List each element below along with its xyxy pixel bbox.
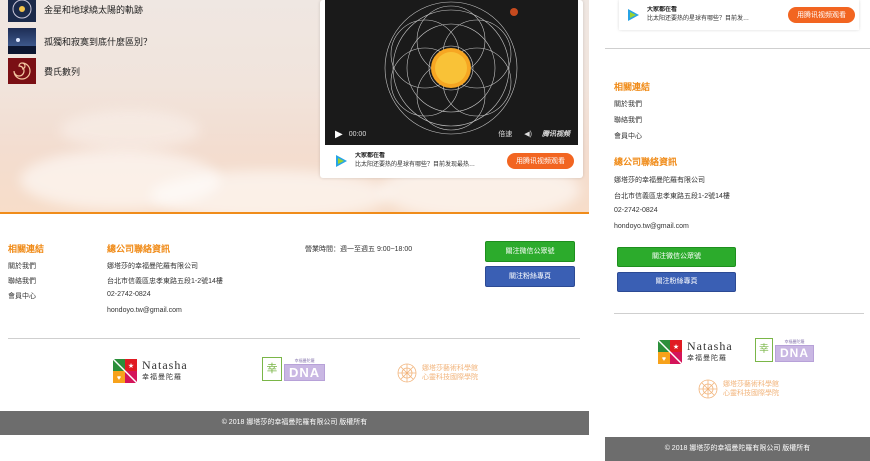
natasha-logo-en: Natasha [687,339,733,353]
footer-link-member[interactable]: 會員中心 [8,291,36,301]
tencent-video-logo: 腾讯视频 [542,131,570,138]
hero-background: 金星和地球繞太陽的軌跡 孤獨和寂寞到底什麼區別？ 費氏數列 ▶ 00:00 倍速… [0,0,589,212]
dna-logo[interactable]: 幸 幸福曼陀羅 DNA [755,338,814,362]
company-address: 台北市信義區忠孝東路五段1-2號14樓 [107,278,223,285]
watch-in-tencent-button[interactable]: 用腾讯视频观看 [507,153,574,169]
suggestion-title: 大家都在看 [355,153,386,159]
footer-link-about[interactable]: 關於我們 [614,99,642,109]
video-suggestion-bar: 大家都在看 比太阳还要热的星球有哪些？目前发现最热… 用腾讯视频观看 [325,148,578,174]
company-email[interactable]: hondoyo.tw@gmail.com [107,307,182,314]
article-title[interactable]: 費氏數列 [44,65,80,78]
article-thumbnail [8,0,36,22]
dna-logo-mark: 幸 [755,338,773,362]
school-logo[interactable]: 娜塔莎藝術科學館 心靈科技國際學院 [396,362,478,384]
mandala-icon [397,363,417,383]
tencent-video-icon [336,155,347,167]
wechat-follow-button[interactable]: 關注微信公眾號 [485,241,575,262]
article-thumbnail [8,28,36,54]
dna-logo-text: DNA [775,345,814,362]
footer-link-about[interactable]: 關於我們 [8,261,36,271]
speed-button[interactable]: 倍速 [498,129,512,139]
natasha-logo-zh: 幸福曼陀羅 [687,354,727,362]
contact-heading: 總公司聯絡資訊 [614,157,678,167]
company-address: 台北市信義區忠孝東路五段1-2號14樓 [614,193,730,200]
footer-divider [614,313,864,314]
video-time: 00:00 [348,130,367,138]
company-phone: 02-2742-0824 [614,207,658,214]
footer: 相關連結 關於我們 聯絡我們 會員中心 總公司聯絡資訊 娜塔莎的幸福曼陀羅有限公… [0,214,589,411]
article-item[interactable]: 金星和地球繞太陽的軌跡 [8,0,143,22]
svg-text:★: ★ [128,362,134,370]
video-suggestion-text: 大家都在看 比太阳还要热的星球有哪些？目前发… [647,6,788,24]
school-logo[interactable]: 娜塔莎藝術科學館 心靈科技國際學院 [697,378,779,400]
school-line-2: 心靈科技國際學院 [422,373,478,381]
school-line-1: 娜塔莎藝術科學館 [723,380,779,388]
footer-divider [8,338,580,339]
company-name: 娜塔莎的幸福曼陀羅有限公司 [614,177,705,184]
natasha-flag-icon: ★ ♥ [113,359,137,383]
video-suggestion-text: 大家都在看 比太阳还要热的星球有哪些？目前发现最热… [355,152,507,170]
company-name: 娜塔莎的幸福曼陀羅有限公司 [107,263,198,270]
copyright-bar: © 2018 娜塔莎的幸福曼陀羅有限公司 版權所有 [0,411,589,435]
svg-text:★: ★ [673,343,679,351]
watch-in-tencent-button[interactable]: 用腾讯视频观看 [788,7,855,23]
article-title[interactable]: 金星和地球繞太陽的軌跡 [44,3,143,16]
article-item[interactable]: 孤獨和寂寞到底什麼區別？ [8,28,152,54]
contact-heading: 總公司聯絡資訊 [107,244,171,254]
facebook-follow-button[interactable]: 關注粉絲專頁 [485,266,575,287]
dna-logo-text: DNA [284,364,326,381]
volume-icon[interactable]: ◀) [524,130,532,138]
footer-link-member[interactable]: 會員中心 [614,131,642,141]
mandala-icon [698,379,718,399]
play-icon[interactable]: ▶ [335,129,343,140]
section-divider [605,48,870,49]
svg-text:♥: ♥ [662,356,666,363]
company-phone: 02-2742-0824 [107,291,151,298]
article-item[interactable]: 費氏數列 [8,58,80,84]
natasha-logo-zh: 幸福曼陀羅 [142,373,182,381]
school-line-1: 娜塔莎藝術科學館 [422,364,478,372]
article-title[interactable]: 孤獨和寂寞到底什麼區別？ [44,35,152,48]
facebook-follow-button[interactable]: 關注粉絲專頁 [617,272,736,292]
video-suggestion-bar: 大家都在看 比太阳还要热的星球有哪些？目前发… 用腾讯视频观看 [619,0,859,30]
desktop-view: 金星和地球繞太陽的軌跡 孤獨和寂寞到底什麼區別？ 費氏數列 ▶ 00:00 倍速… [0,0,589,461]
footer-link-contact[interactable]: 聯絡我們 [8,276,36,286]
dna-logo[interactable]: 幸 幸福曼陀羅 DNA [262,357,326,381]
business-hours: 營業時間：週一至週五 9:00~18:00 [305,246,413,253]
video-player[interactable]: ▶ 00:00 倍速 ◀) 腾讯视频 [325,0,578,145]
suggestion-desc: 比太阳还要热的星球有哪些？目前发现最热… [355,162,476,168]
links-heading: 相關連結 [614,82,651,92]
natasha-logo-en: Natasha [142,358,188,372]
company-email[interactable]: hondoyo.tw@gmail.com [614,223,689,230]
video-controls: ▶ 00:00 倍速 ◀) 腾讯视频 [325,123,578,145]
natasha-logo[interactable]: ★ ♥ Natasha 幸福曼陀羅 [113,359,188,383]
dna-logo-mark: 幸 [262,357,282,381]
article-thumbnail [8,58,36,84]
mobile-view: 大家都在看 比太阳还要热的星球有哪些？目前发… 用腾讯视频观看 相關連結 關於我… [605,0,870,461]
wechat-follow-button[interactable]: 關注微信公眾號 [617,247,736,267]
links-heading: 相關連結 [8,244,45,254]
suggestion-title: 大家都在看 [647,7,678,13]
natasha-flag-icon: ★ ♥ [658,340,682,364]
footer-link-contact[interactable]: 聯絡我們 [614,115,642,125]
svg-text:♥: ♥ [117,375,121,382]
copyright-bar: © 2018 娜塔莎的幸福曼陀羅有限公司 版權所有 [605,437,870,461]
video-embed-card: ▶ 00:00 倍速 ◀) 腾讯视频 大家都在看 比太阳还要热的星球有哪些？目前… [320,0,583,178]
tencent-video-icon [628,9,639,21]
natasha-logo[interactable]: ★ ♥ Natasha 幸福曼陀羅 [658,340,733,364]
school-line-2: 心靈科技國際學院 [723,389,779,397]
suggestion-desc: 比太阳还要热的星球有哪些？目前发… [647,16,750,22]
